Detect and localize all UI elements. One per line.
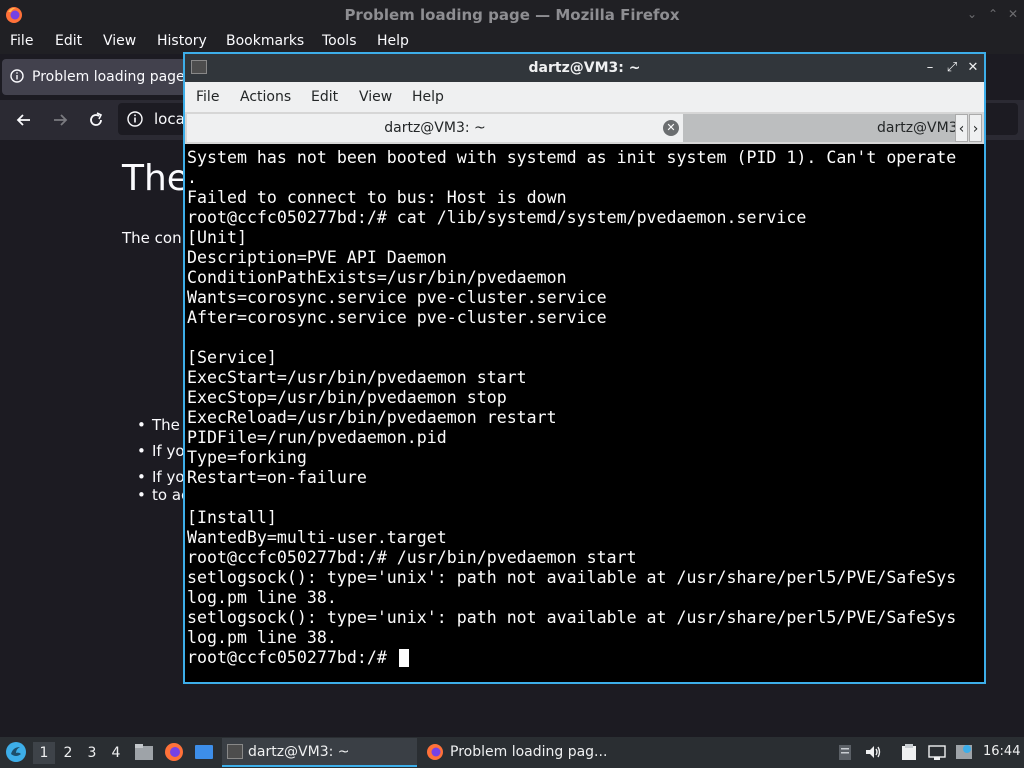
terminal-line: Description=PVE API Daemon [187, 248, 447, 267]
firefox-icon [427, 744, 443, 760]
menu-edit[interactable]: Edit [311, 89, 338, 105]
workspace-2[interactable]: 2 [57, 742, 79, 764]
terminal-line: After=corosync.service pve-cluster.servi… [187, 308, 607, 327]
terminal-line: setlogsock(): type='unix': path not avai… [187, 608, 957, 627]
desktop-icon[interactable] [194, 742, 214, 762]
terminal-tabbar: dartz@VM3: ~ ✕ dartz@VM3: ~ ‹ › [185, 112, 984, 144]
terminal-line: Wants=corosync.service pve-cluster.servi… [187, 288, 607, 307]
firefox-icon[interactable] [164, 742, 184, 762]
tab-label: dartz@VM3: ~ [877, 120, 955, 136]
tab-scroll-left-icon[interactable]: ‹ [955, 114, 968, 142]
tab-label: Problem loading page [32, 69, 185, 85]
terminal-window: dartz@VM3: ~ – ⤢ ✕ File Actions Edit Vie… [183, 52, 986, 684]
notes-icon[interactable] [900, 743, 918, 761]
workspace-1[interactable]: 1 [33, 742, 55, 764]
terminal-line: WantedBy=multi-user.target [187, 528, 447, 547]
tab-scroll-right-icon[interactable]: › [969, 114, 982, 142]
terminal-line: ExecReload=/usr/bin/pvedaemon restart [187, 408, 557, 427]
file-manager-icon[interactable] [134, 742, 154, 762]
menu-edit[interactable]: Edit [55, 33, 82, 49]
error-bullet-continuation: to ac [137, 486, 189, 504]
terminal-line: log.pm line 38. [187, 588, 337, 607]
forward-arrow-icon[interactable] [50, 110, 70, 130]
terminal-line: System has not been booted with systemd … [187, 148, 957, 167]
error-title: The [122, 158, 189, 199]
firefox-window-title: Problem loading page — Mozilla Firefox [344, 6, 680, 24]
menu-help[interactable]: Help [377, 33, 409, 49]
terminal-line: Restart=on-failure [187, 468, 367, 487]
terminal-line: [Service] [187, 348, 277, 367]
terminal-output[interactable]: System has not been booted with systemd … [187, 148, 982, 680]
error-bullet: If yo [137, 468, 185, 486]
terminal-line: ConditionPathExists=/usr/bin/pvedaemon [187, 268, 567, 287]
url-text: loca [154, 110, 185, 128]
terminal-line: setlogsock(): type='unix': path not avai… [187, 568, 957, 587]
terminal-line: log.pm line 38. [187, 628, 337, 647]
terminal-line: PIDFile=/run/pvedaemon.pid [187, 428, 447, 447]
firefox-titlebar: Problem loading page — Mozilla Firefox ⌄… [0, 0, 1024, 30]
minimize-icon[interactable]: – [922, 60, 938, 76]
terminal-line: root@ccfc050277bd:/# /usr/bin/pvedaemon … [187, 548, 637, 567]
menu-file[interactable]: File [196, 89, 219, 105]
tab-label: dartz@VM3: ~ [384, 120, 486, 136]
task-firefox[interactable]: Problem loading pag... [420, 738, 620, 767]
menu-file[interactable]: File [10, 33, 33, 49]
terminal-titlebar[interactable]: dartz@VM3: ~ – ⤢ ✕ [185, 54, 984, 82]
minimize-icon[interactable]: ⌄ [966, 8, 978, 20]
menu-history[interactable]: History [157, 33, 207, 49]
error-bullet: If yo [137, 442, 185, 460]
close-icon[interactable]: ✕ [1007, 8, 1019, 20]
volume-icon[interactable] [864, 743, 882, 761]
terminal-lines: System has not been booted with systemd … [187, 148, 982, 648]
firefox-menubar: File Edit View History Bookmarks Tools H… [0, 30, 1024, 54]
prompt-text: root@ccfc050277bd:/# [187, 648, 397, 667]
terminal-line: Type=forking [187, 448, 307, 467]
taskbar: 1 2 3 4 dartz@VM3: ~ Problem loading pag… [0, 737, 1024, 768]
info-icon [10, 69, 24, 83]
task-label: Problem loading pag... [450, 744, 608, 760]
workspace-4[interactable]: 4 [105, 742, 127, 764]
terminal-line: ExecStart=/usr/bin/pvedaemon start [187, 368, 527, 387]
terminal-tab[interactable]: dartz@VM3: ~ [683, 114, 955, 142]
menu-bookmarks[interactable]: Bookmarks [226, 33, 304, 49]
maximize-icon[interactable]: ⌃ [987, 8, 999, 20]
tab-close-icon[interactable]: ✕ [663, 120, 679, 136]
update-notifier-icon[interactable] [955, 743, 973, 761]
terminal-tab-active[interactable]: dartz@VM3: ~ ✕ [187, 114, 683, 142]
menu-actions[interactable]: Actions [240, 89, 291, 105]
terminal-line: [Unit] [187, 228, 247, 247]
task-terminal[interactable]: dartz@VM3: ~ [222, 738, 417, 767]
back-arrow-icon[interactable] [14, 110, 34, 130]
menu-tools[interactable]: Tools [322, 33, 357, 49]
terminal-menubar: File Actions Edit View Help [185, 82, 984, 112]
maximize-icon[interactable]: ⤢ [944, 60, 960, 76]
error-description: The con [122, 229, 182, 247]
terminal-window-title: dartz@VM3: ~ [528, 60, 641, 76]
info-icon[interactable] [126, 110, 144, 128]
terminal-line: . [187, 168, 197, 187]
terminal-line: Failed to connect to bus: Host is down [187, 188, 567, 207]
network-icon[interactable] [928, 743, 946, 761]
tab-problem-loading[interactable]: Problem loading page [2, 59, 198, 95]
close-icon[interactable]: ✕ [965, 60, 981, 76]
menu-view[interactable]: View [103, 33, 136, 49]
workspace-3[interactable]: 3 [81, 742, 103, 764]
menu-view[interactable]: View [359, 89, 392, 105]
reload-icon[interactable] [86, 110, 106, 130]
error-bullet: The [137, 416, 180, 434]
clock[interactable]: 16:44 [983, 744, 1020, 759]
task-label: dartz@VM3: ~ [248, 744, 350, 760]
terminal-icon [227, 744, 243, 759]
app-launcher-icon[interactable] [5, 741, 27, 763]
terminal-line: ExecStop=/usr/bin/pvedaemon stop [187, 388, 507, 407]
clipboard-icon[interactable] [836, 743, 854, 761]
terminal-line: [Install] [187, 508, 277, 527]
terminal-line: root@ccfc050277bd:/# cat /lib/systemd/sy… [187, 208, 807, 227]
text-cursor [398, 649, 409, 667]
menu-help[interactable]: Help [412, 89, 444, 105]
terminal-prompt-line: root@ccfc050277bd:/# [187, 648, 982, 668]
